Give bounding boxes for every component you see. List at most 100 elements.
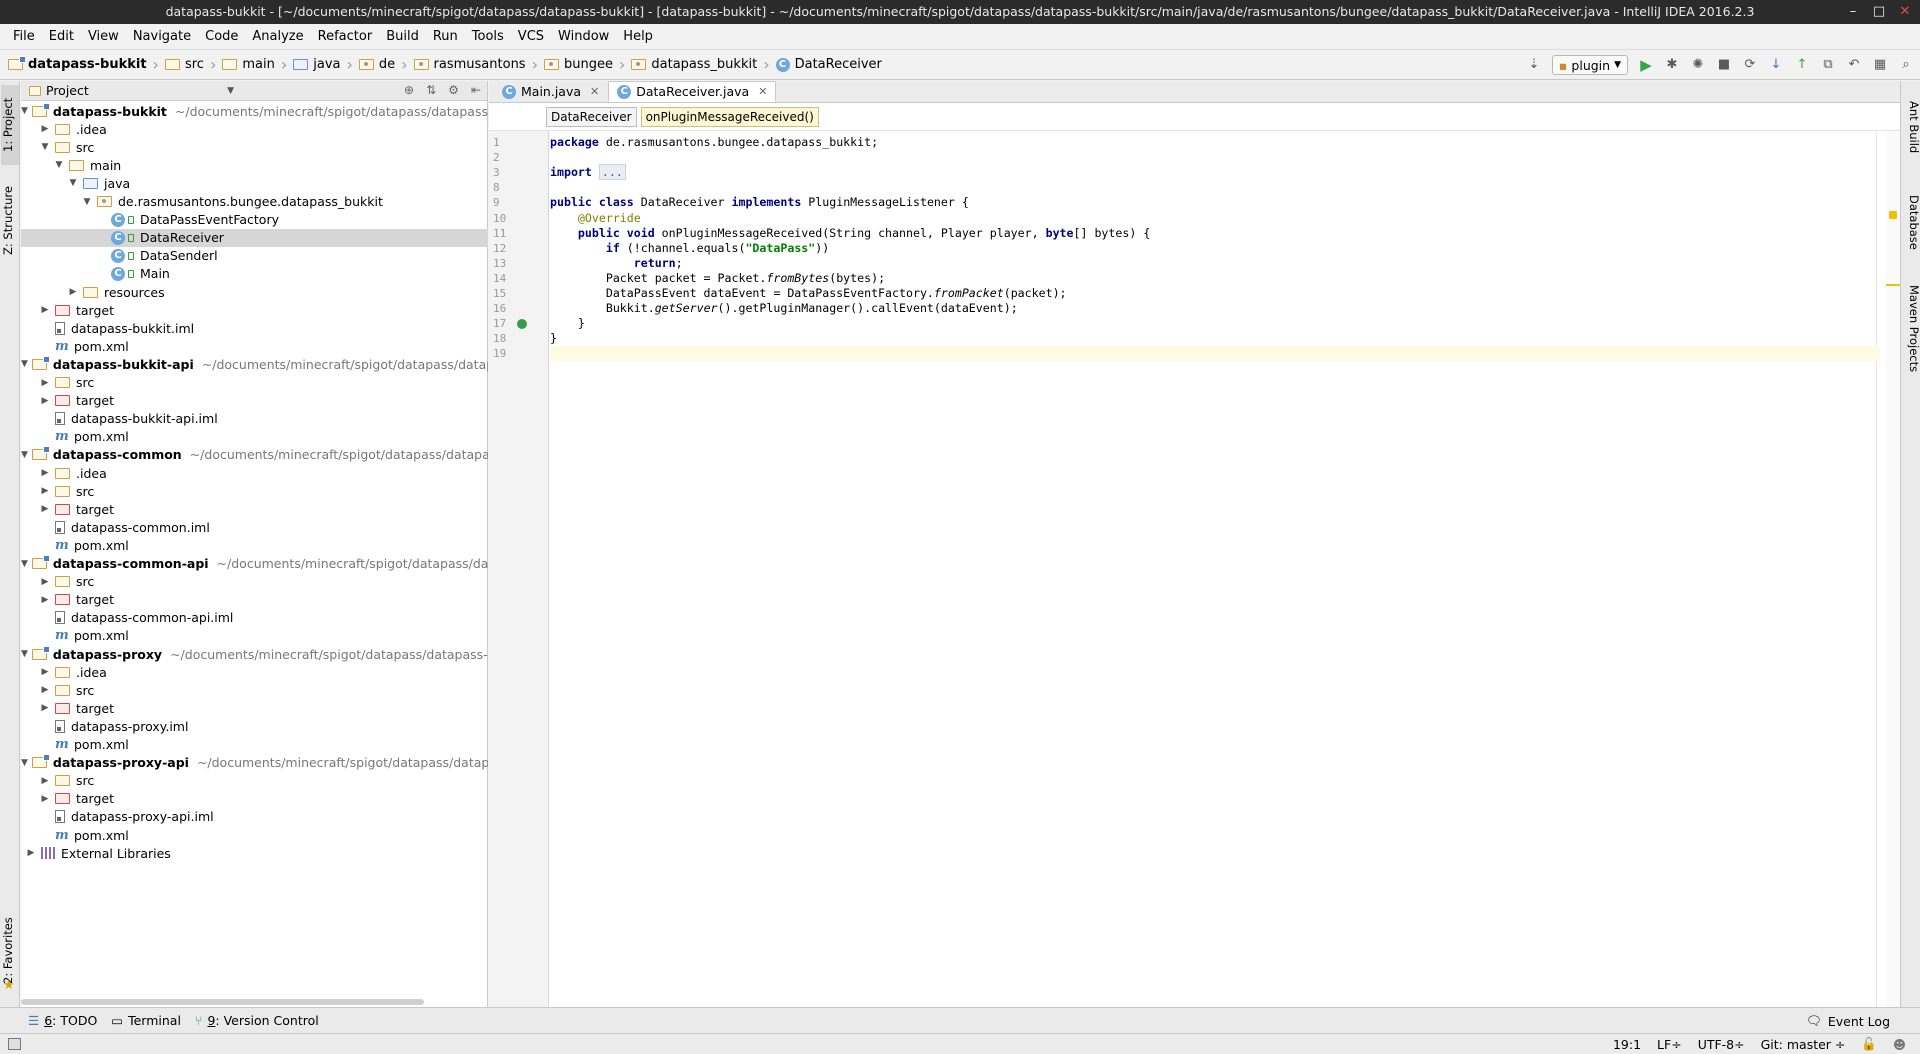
expand-arrow-icon[interactable]: ▼ — [21, 758, 28, 768]
collapse-arrow-icon[interactable]: ▶ — [39, 776, 51, 786]
tree-item[interactable]: ▼ datapass-bukkit ~/documents/minecraft/sp… — [21, 102, 488, 120]
code-line[interactable]: public class DataReceiver implements Plu… — [550, 195, 1880, 210]
tree-item[interactable]: ▶ target — [21, 392, 488, 410]
tree-item[interactable]: ▶ src — [21, 573, 488, 591]
caret-position[interactable]: 19:1 — [1613, 1037, 1641, 1052]
tree-item[interactable]: ▶ target — [21, 699, 488, 717]
tree-item[interactable]: C DataReceiver — [21, 228, 488, 247]
expand-arrow-icon[interactable]: ▼ — [21, 450, 28, 460]
tree-item[interactable]: m pom.xml — [21, 536, 488, 554]
tree-item[interactable]: datapass-common-api.iml — [21, 609, 488, 627]
collapse-arrow-icon[interactable]: ▶ — [67, 287, 79, 297]
menu-vcs[interactable]: VCS — [511, 29, 551, 44]
collapse-arrow-icon[interactable]: ▶ — [39, 703, 51, 713]
tree-item[interactable]: m pom.xml — [21, 627, 488, 645]
code-line[interactable]: DataPassEvent dataEvent = DataPassEventF… — [550, 286, 1880, 301]
code-line[interactable]: @Override — [550, 211, 1880, 226]
breadcrumb-rasmusantons[interactable]: rasmusantons — [413, 57, 526, 72]
maximize-button[interactable]: □ — [1872, 5, 1886, 19]
menu-view[interactable]: View — [81, 29, 126, 44]
tree-item[interactable]: C DataSenderl — [21, 247, 488, 265]
tree-item[interactable]: m pom.xml — [21, 736, 488, 754]
revert-icon[interactable]: ↶ — [1846, 57, 1862, 73]
minimize-button[interactable]: – — [1846, 5, 1860, 19]
project-view-selector[interactable]: Project ▼ — [29, 83, 234, 98]
menu-window[interactable]: Window — [551, 29, 616, 44]
tool-tab-project[interactable]: 1: Project — [1, 85, 19, 165]
collapse-arrow-icon[interactable]: ▶ — [39, 305, 51, 315]
tree-item[interactable]: ▼ de.rasmusantons.bungee.datapass_bukkit — [21, 193, 488, 211]
run-configuration-dropdown[interactable]: ▪ plugin ▼ — [1551, 55, 1628, 75]
collapse-arrow-icon[interactable]: ▶ — [39, 794, 51, 804]
editor-gutter[interactable]: 1 2 3 8 9 10 11 12 13 14 15 16 17 18 19 — [489, 131, 549, 1007]
code-line[interactable]: public void onPluginMessageReceived(Stri… — [550, 226, 1880, 241]
collapse-arrow-icon[interactable]: ▶ — [39, 685, 51, 695]
debug-icon[interactable]: ✱ — [1664, 57, 1680, 73]
tree-item[interactable]: ▶ src — [21, 772, 488, 790]
tab-datareceiver-java[interactable]: C DataReceiver.java ✕ — [608, 81, 777, 102]
tree-item[interactable]: C DataPassEventFactory — [21, 211, 488, 229]
code-line[interactable]: return; — [550, 256, 1880, 271]
event-log-button[interactable]: 🗨 Event Log — [1806, 1013, 1890, 1029]
tree-item[interactable]: datapass-proxy-api.iml — [21, 808, 488, 826]
line-separator-selector[interactable]: LF÷ — [1657, 1037, 1682, 1052]
search-icon[interactable]: ⌕ — [1898, 57, 1914, 73]
warning-marker[interactable] — [1886, 284, 1900, 286]
collapse-icon[interactable]: ⇅ — [426, 83, 436, 97]
collapse-arrow-icon[interactable]: ▶ — [25, 848, 37, 858]
menu-run[interactable]: Run — [426, 29, 465, 44]
code-line[interactable]: } — [550, 331, 1880, 346]
breadcrumb-src[interactable]: src — [164, 57, 204, 72]
run-icon[interactable]: ▶ — [1638, 57, 1654, 73]
tree-item[interactable]: ▼ datapass-common ~/documents/minecraft/sp… — [21, 446, 488, 464]
collapse-arrow-icon[interactable]: ▶ — [39, 124, 51, 134]
tree-item[interactable]: ▶ src — [21, 374, 488, 392]
close-icon[interactable]: ✕ — [590, 85, 599, 98]
tab-main-java[interactable]: C Main.java ✕ — [493, 81, 608, 102]
collapse-arrow-icon[interactable]: ▶ — [39, 486, 51, 496]
breadcrumb-de[interactable]: de — [358, 57, 395, 72]
expand-arrow-icon[interactable]: ▼ — [39, 142, 51, 152]
tool-tab-terminal[interactable]: ▭ Terminal — [111, 1013, 181, 1028]
expand-arrow-icon[interactable]: ▼ — [67, 178, 79, 188]
collapse-arrow-icon[interactable]: ▶ — [39, 378, 51, 388]
tool-tab-maven-projects[interactable]: Maven Projects — [1903, 273, 1920, 385]
menu-help[interactable]: Help — [616, 29, 660, 44]
tree-item[interactable]: datapass-bukkit-api.iml — [21, 410, 488, 428]
close-icon[interactable]: ✕ — [758, 85, 767, 98]
tree-item[interactable]: datapass-proxy.iml — [21, 717, 488, 735]
breadcrumb-module[interactable]: datapass-bukkit — [8, 56, 147, 72]
tree-item[interactable]: ▶ .idea — [21, 464, 488, 482]
tree-item[interactable]: ▼ src — [21, 138, 488, 156]
expand-arrow-icon[interactable]: ▼ — [21, 359, 28, 369]
menu-refactor[interactable]: Refactor — [311, 29, 380, 44]
tree-item[interactable]: ▶ .idea — [21, 663, 488, 681]
tree-item[interactable]: ▼ datapass-proxy ~/documents/minecraft/spi… — [21, 645, 488, 663]
tool-tab-structure[interactable]: Z: Structure — [1, 173, 19, 269]
menu-navigate[interactable]: Navigate — [126, 29, 198, 44]
tree-item[interactable]: ▶ src — [21, 482, 488, 500]
expand-arrow-icon[interactable]: ▼ — [53, 160, 65, 170]
tool-tab-database[interactable]: Database — [1903, 177, 1920, 267]
build-icon[interactable]: ⇣ — [1526, 57, 1542, 73]
breadcrumb-class[interactable]: DataReceiver — [546, 106, 637, 127]
tree-item[interactable]: ▼ java — [21, 174, 488, 192]
project-structure-icon[interactable]: ▦ — [1872, 57, 1888, 73]
breadcrumb-java[interactable]: java — [293, 57, 340, 72]
tool-tab-version-control[interactable]: ⑂ 9: Version Control — [195, 1013, 319, 1028]
breadcrumb-main[interactable]: main — [222, 57, 275, 72]
tree-item[interactable]: datapass-common.iml — [21, 518, 488, 536]
tree-item[interactable]: m pom.xml — [21, 826, 488, 844]
code-line[interactable]: Packet packet = Packet.fromBytes(bytes); — [550, 271, 1880, 286]
gear-icon[interactable]: ⚙ — [448, 83, 459, 97]
tree-item[interactable]: ▶ resources — [21, 283, 488, 301]
code-line[interactable]: } — [550, 316, 1880, 331]
breadcrumb-method[interactable]: onPluginMessageReceived() — [640, 106, 819, 127]
tree-item[interactable]: datapass-bukkit.iml — [21, 319, 488, 337]
expand-arrow-icon[interactable]: ▼ — [21, 559, 28, 569]
encoding-selector[interactable]: UTF-8÷ — [1698, 1037, 1745, 1052]
vcs-commit-icon[interactable]: ↑ — [1794, 57, 1810, 73]
tree-item[interactable]: ▼ main — [21, 156, 488, 174]
tree-item[interactable]: ▶ target — [21, 500, 488, 518]
menu-build[interactable]: Build — [379, 29, 426, 44]
